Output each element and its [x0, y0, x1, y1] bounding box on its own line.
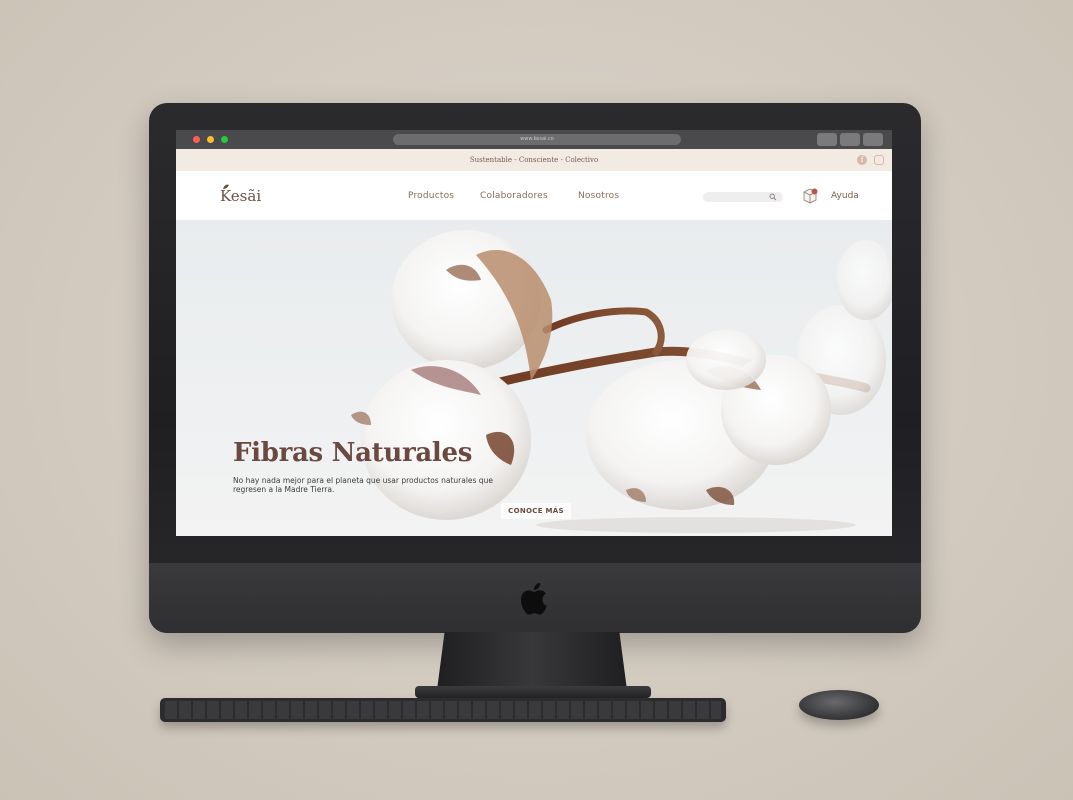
package-icon[interactable]	[800, 186, 820, 206]
minimize-window-button[interactable]	[207, 136, 214, 143]
apple-logo-icon	[520, 582, 547, 615]
brand-logo[interactable]: Kesãi	[220, 187, 261, 205]
browser-toolbar-button[interactable]	[863, 133, 883, 146]
zoom-window-button[interactable]	[221, 136, 228, 143]
announcement-bar: Sustentable - Consciente - Colectivo f	[176, 149, 892, 171]
hero-title: Fibras Naturales	[233, 438, 473, 468]
keyboard-keys	[165, 701, 721, 719]
monitor-stand	[437, 632, 627, 690]
address-bar[interactable]: www.kesai.co	[393, 134, 681, 145]
site-header: Kesãi Productos Colaboradores Nosotros A…	[176, 171, 892, 220]
nav-link-nosotros[interactable]: Nosotros	[578, 191, 619, 201]
facebook-icon[interactable]: f	[857, 155, 867, 165]
search-icon[interactable]	[769, 193, 777, 201]
hero-banner: Fibras Naturales No hay nada mejor para …	[176, 220, 892, 536]
help-link[interactable]: Ayuda	[831, 191, 859, 201]
browser-toolbar-button[interactable]	[817, 133, 837, 146]
learn-more-button[interactable]: CONOCE MÁS	[501, 503, 571, 519]
browser-toolbar-button[interactable]	[840, 133, 860, 146]
search-input[interactable]	[703, 192, 783, 202]
monitor-stand-base	[415, 686, 651, 698]
keyboard	[160, 698, 726, 722]
close-window-button[interactable]	[193, 136, 200, 143]
nav-link-colaboradores[interactable]: Colaboradores	[480, 191, 548, 201]
mouse	[799, 690, 879, 720]
desk-scene: www.kesai.co Sustentable - Consciente - …	[0, 0, 1073, 800]
hero-description: No hay nada mejor para el planeta que us…	[233, 476, 493, 494]
screen: www.kesai.co Sustentable - Consciente - …	[176, 130, 892, 536]
nav-link-productos[interactable]: Productos	[408, 191, 454, 201]
announcement-text: Sustentable - Consciente - Colectivo	[469, 156, 599, 164]
browser-toolbar: www.kesai.co	[176, 130, 892, 149]
instagram-icon[interactable]	[874, 155, 884, 165]
